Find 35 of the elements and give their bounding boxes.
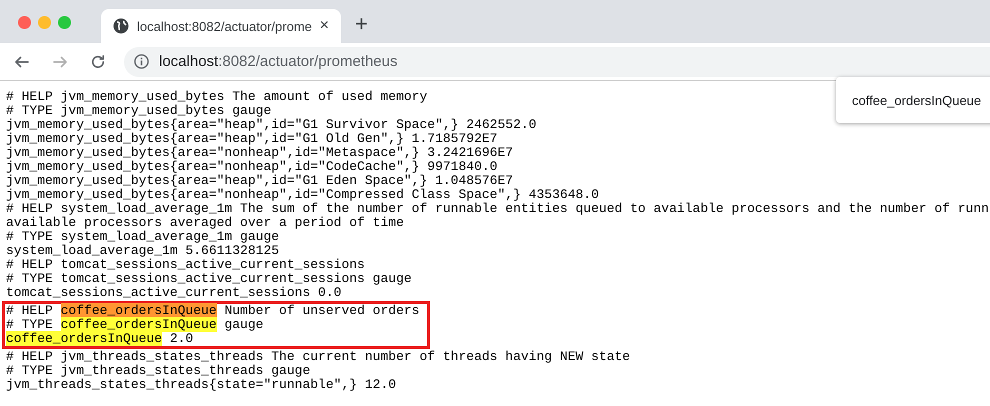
zoom-window-button[interactable] [58,16,71,29]
find-bar[interactable]: coffee_ordersInQueue [836,77,990,123]
minimize-window-button[interactable] [38,16,51,29]
globe-icon [113,18,129,34]
code-line: # HELP jvm_threads_states_threads The current number of threads having NEW state [6,350,630,364]
code-line: jvm_memory_used_bytes{area="heap",id="G1 Survivor Space",} 2462552.0 [6,118,536,132]
code-line: coffee_ordersInQueue 2.0 [6,332,194,346]
code-line: # TYPE system_load_average_1m gauge [6,230,280,244]
url-text: localhost:8082/actuator/prometheus [159,53,398,70]
code-line: # HELP coffee_ordersInQueue Number of unserved orders [6,304,420,318]
code-line: available processors averaged over a period of time [6,216,404,230]
browser-tab[interactable]: localhost:8082/actuator/prome × [101,9,341,43]
code-line: # HELP jvm_memory_used_bytes The amount of used memory [6,90,428,104]
code-line: tomcat_sessions_active_current_sessions 0.0 [6,286,342,300]
code-line: # TYPE jvm_memory_used_bytes gauge [6,104,272,118]
tab-title: localhost:8082/actuator/prome [137,18,312,34]
reload-icon [89,52,107,70]
code-line: jvm_memory_used_bytes{area="heap",id="G1 Eden Space",} 1.048576E7 [6,174,514,188]
address-bar[interactable]: localhost:8082/actuator/prometheus [124,46,990,76]
find-field[interactable]: coffee_ordersInQueue [852,92,990,108]
code-line: # HELP tomcat_sessions_active_current_sessions [6,258,365,272]
code-line: jvm_memory_used_bytes{area="nonheap",id="Compressed Class Space",} 4353648.0 [6,188,599,202]
code-line: jvm_threads_states_threads{state="runnable",} 12.0 [6,378,396,392]
info-icon [134,54,149,69]
code-line: jvm_memory_used_bytes{area="nonheap",id="Metaspace",} 3.2421696E7 [6,146,514,160]
close-window-button[interactable] [18,16,31,29]
code-line: jvm_memory_used_bytes{area="heap",id="G1 Old Gen",} 1.7185792E7 [6,132,498,146]
code-line: jvm_memory_used_bytes{area="nonheap",id="CodeCache",} 9971840.0 [6,160,498,174]
code-line: # TYPE jvm_threads_states_threads gauge [6,364,310,378]
code-line: # TYPE tomcat_sessions_active_current_sessions gauge [6,272,412,286]
tab-close-button[interactable]: × [320,17,329,35]
code-line: # TYPE coffee_ordersInQueue gauge [6,318,264,332]
new-tab-button[interactable]: + [355,11,368,37]
code-line: # HELP system_load_average_1m The sum of the number of runnable entities queued to available processors and the number of runn [6,202,989,216]
code-line: system_load_average_1m 5.6611328125 [6,244,280,258]
